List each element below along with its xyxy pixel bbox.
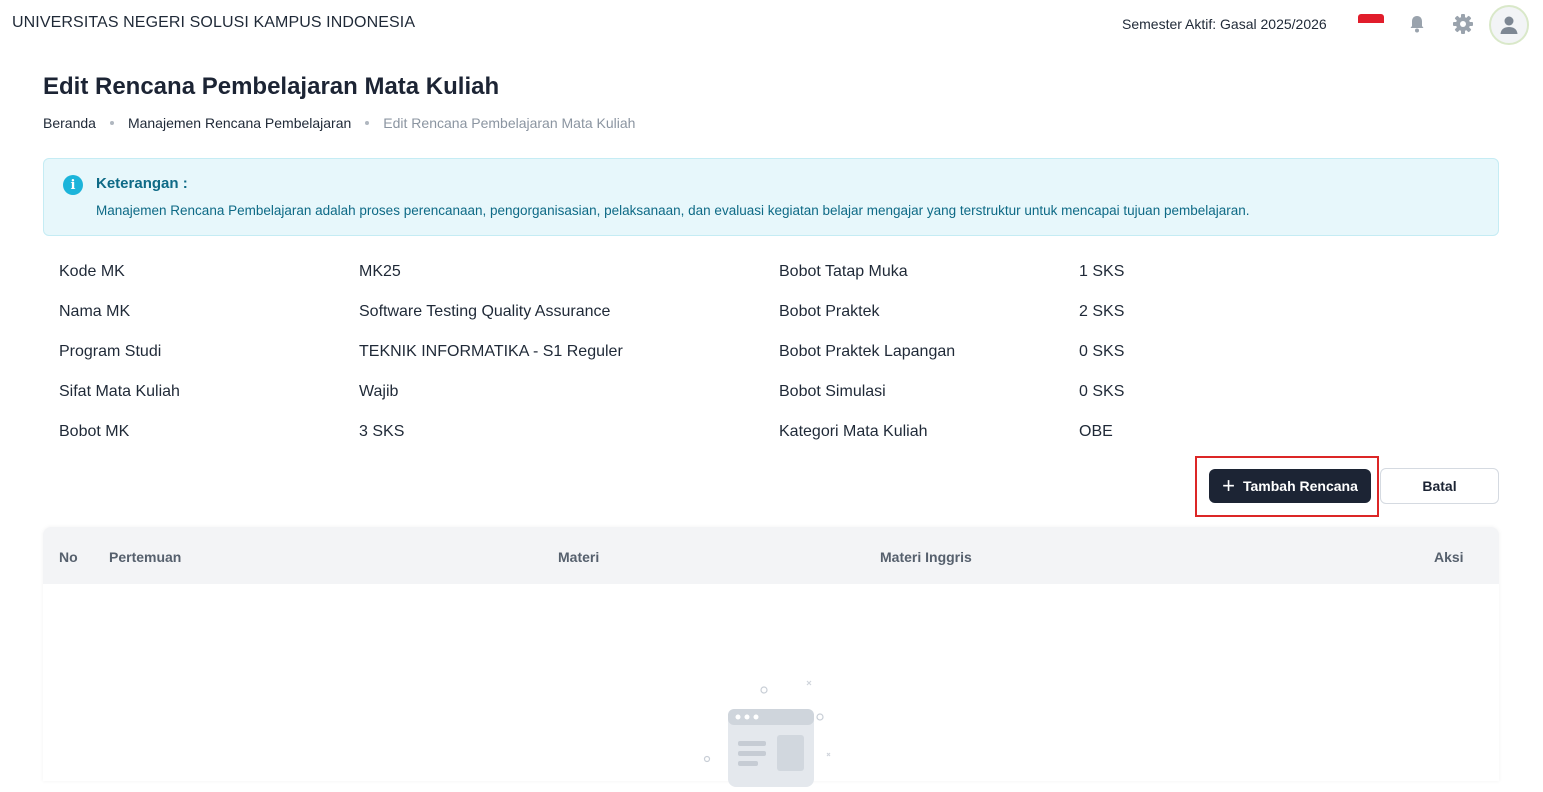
empty-state-illustration [703, 677, 843, 787]
flag-indonesia-icon[interactable] [1358, 14, 1384, 32]
breadcrumb-current: Edit Rencana Pembelajaran Mata Kuliah [383, 115, 636, 131]
column-materi-inggris: Materi Inggris [880, 549, 972, 565]
column-pertemuan: Pertemuan [109, 549, 182, 565]
top-bar: UNIVERSITAS NEGERI SOLUSI KAMPUS INDONES… [0, 0, 1543, 48]
breadcrumb-separator [109, 121, 114, 125]
breadcrumb: Beranda Manajemen Rencana Pembelajaran E… [43, 115, 635, 131]
university-name: UNIVERSITAS NEGERI SOLUSI KAMPUS INDONES… [12, 14, 416, 31]
detail-value-simulasi: 0 SKS [1079, 383, 1125, 400]
detail-label-sifat: Sifat Mata Kuliah [59, 383, 180, 400]
detail-value-nama-mk: Software Testing Quality Assurance [359, 303, 611, 320]
info-alert: i Keterangan : Manajemen Rencana Pembela… [43, 158, 1499, 236]
add-plan-label: Tambah Rencana [1242, 478, 1358, 494]
detail-label-program-studi: Program Studi [59, 343, 162, 360]
detail-value-praktek: 2 SKS [1079, 303, 1125, 320]
breadcrumb-manajemen[interactable]: Manajemen Rencana Pembelajaran [128, 115, 351, 131]
info-title: Keterangan : [96, 175, 188, 192]
column-no: No [59, 549, 78, 565]
active-semester: Semester Aktif: Gasal 2025/2026 [1122, 16, 1327, 32]
info-icon: i [63, 175, 83, 195]
column-materi: Materi [558, 549, 600, 565]
detail-value-kategori: OBE [1079, 423, 1113, 440]
detail-label-kategori: Kategori Mata Kuliah [779, 423, 928, 440]
detail-value-tatap-muka: 1 SKS [1079, 263, 1125, 280]
page-title: Edit Rencana Pembelajaran Mata Kuliah [43, 73, 500, 100]
info-text: Manajemen Rencana Pembelajaran adalah pr… [96, 203, 1250, 218]
detail-label-tatap-muka: Bobot Tatap Muka [779, 263, 908, 280]
detail-value-sifat: Wajib [359, 383, 399, 400]
detail-label-praktek-lapangan: Bobot Praktek Lapangan [779, 343, 956, 360]
detail-value-bobot-mk: 3 SKS [359, 423, 405, 440]
detail-value-program-studi: TEKNIK INFORMATIKA - S1 Reguler [359, 343, 623, 360]
table-header: No Pertemuan Materi Materi Inggris Aksi [43, 527, 1499, 584]
detail-label-praktek: Bobot Praktek [779, 303, 880, 320]
detail-label-kode-mk: Kode MK [59, 263, 125, 280]
breadcrumb-separator [365, 121, 370, 125]
column-aksi: Aksi [1434, 549, 1464, 565]
detail-label-nama-mk: Nama MK [59, 303, 131, 320]
detail-label-bobot-mk: Bobot MK [59, 423, 130, 440]
detail-value-kode-mk: MK25 [359, 263, 401, 280]
plus-icon: + [1222, 473, 1235, 498]
cancel-button[interactable]: Batal [1380, 468, 1499, 504]
plan-table: No Pertemuan Materi Materi Inggris Aksi [43, 527, 1499, 787]
add-plan-button[interactable]: + Tambah Rencana [1209, 469, 1371, 503]
gear-icon[interactable] [1451, 12, 1475, 36]
breadcrumb-home[interactable]: Beranda [43, 115, 96, 131]
detail-value-praktek-lapangan: 0 SKS [1079, 343, 1125, 360]
detail-label-simulasi: Bobot Simulasi [779, 383, 886, 400]
bell-icon[interactable] [1405, 12, 1429, 36]
user-avatar-icon[interactable] [1489, 5, 1529, 45]
